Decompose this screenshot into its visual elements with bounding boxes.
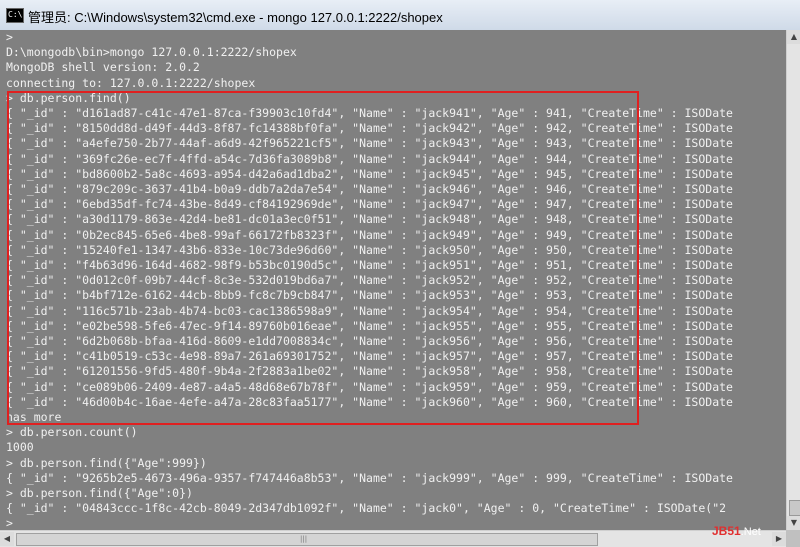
- console-line: connecting to: 127.0.0.1:2222/shopex: [6, 75, 256, 90]
- scroll-right-arrow-icon[interactable]: ▶: [772, 532, 786, 546]
- cmd-icon-label: C:\: [8, 10, 23, 19]
- window-title: 管理员: C:\Windows\system32\cmd.exe - mongo…: [28, 10, 443, 25]
- scroll-down-arrow-icon[interactable]: ▼: [787, 516, 800, 530]
- console-line: > db.person.find({"Age":0}): [6, 486, 193, 500]
- cmd-icon: C:\: [6, 8, 24, 23]
- console-line: MongoDB shell version: 2.0.2: [6, 60, 200, 75]
- scroll-up-arrow-icon[interactable]: ▲: [787, 30, 800, 44]
- console-line: { "_id" : "9265b2e5-4673-496a-9357-f7474…: [6, 470, 733, 485]
- vertical-scroll-thumb[interactable]: [789, 500, 800, 516]
- watermark-suffix: .Net: [740, 526, 761, 538]
- console-line: { "_id" : "04843ccc-1f8c-42cb-8049-2d347…: [6, 501, 727, 516]
- title-bar[interactable]: C:\ 管理员: C:\Windows\system32\cmd.exe - m…: [0, 0, 800, 31]
- watermark-brand: JB51: [712, 524, 741, 538]
- horizontal-scrollbar[interactable]: ◀ ||| ▶: [0, 530, 786, 547]
- watermark-logo: JB51.Net: [712, 524, 761, 538]
- scroll-grip-icon: |||: [300, 535, 308, 543]
- scroll-left-arrow-icon[interactable]: ◀: [0, 532, 14, 546]
- vertical-scrollbar[interactable]: ▲ ▼: [786, 30, 800, 530]
- console-line: 1000: [6, 440, 34, 455]
- console-line: > db.person.count(): [6, 425, 138, 440]
- console-line: > db.person.find({"Age":999}): [6, 455, 207, 470]
- query-result-highlight-box: [7, 91, 639, 425]
- console-line: D:\mongodb\bin>mongo 127.0.0.1:2222/shop…: [6, 45, 297, 60]
- console-line: >: [6, 516, 13, 530]
- console-line: >: [6, 30, 13, 44]
